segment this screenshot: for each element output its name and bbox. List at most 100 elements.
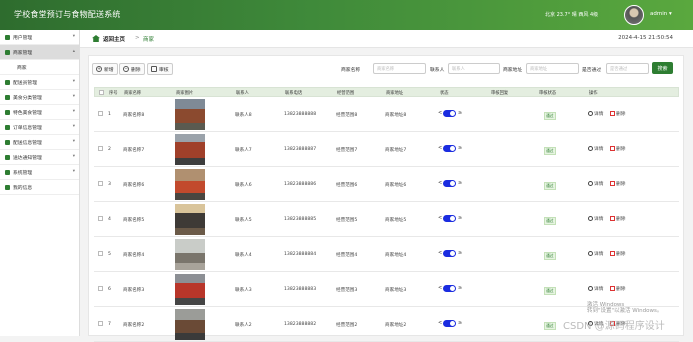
column-contact[interactable]: 联系人 bbox=[236, 90, 249, 96]
status-toggle[interactable]: < ≥ bbox=[438, 145, 462, 153]
grid-icon bbox=[5, 94, 10, 100]
row-delete-button[interactable]: 删除 bbox=[610, 181, 625, 187]
sidebar-subitem-merchant[interactable]: 商家 bbox=[0, 60, 79, 75]
chevron-down-icon: ▾ bbox=[72, 124, 75, 129]
merchant-name-input[interactable]: 商家名称 bbox=[373, 63, 426, 74]
detail-button[interactable]: 详情 bbox=[588, 286, 603, 292]
detail-button[interactable]: 详情 bbox=[588, 111, 603, 117]
row-delete-button[interactable]: 删除 bbox=[610, 111, 625, 117]
user-icon bbox=[5, 169, 10, 175]
row-checkbox[interactable] bbox=[98, 321, 103, 326]
row-delete-button[interactable]: 删除 bbox=[610, 146, 625, 152]
filter-label-contact: 联系人 bbox=[430, 68, 445, 73]
status-badge: 通过 bbox=[544, 147, 556, 155]
column-phone[interactable]: 联系电话 bbox=[285, 90, 302, 96]
merchant-image[interactable] bbox=[175, 309, 205, 340]
column-reply: 审核回复 bbox=[491, 91, 509, 96]
column-name[interactable]: 商家名称 bbox=[124, 90, 141, 96]
plus-icon: + bbox=[96, 66, 102, 72]
merchant-image[interactable] bbox=[175, 204, 205, 235]
status-badge: 通过 bbox=[544, 252, 556, 260]
breadcrumb-home[interactable]: 返回主页 bbox=[103, 35, 125, 43]
shield-icon bbox=[5, 79, 10, 85]
content-panel: + 新增 − 删除 审核 商家名称 商家名称 联系人 联系人 商家地址 商家地址 是… bbox=[88, 55, 684, 342]
sidebar-item-food-category[interactable]: 美食分类管理 ▾ bbox=[0, 90, 79, 105]
detail-button[interactable]: 详情 bbox=[588, 251, 603, 257]
status-toggle[interactable]: < ≥ bbox=[438, 110, 462, 118]
row-delete-button[interactable]: 删除 bbox=[610, 216, 625, 222]
sidebar-item-orders[interactable]: 订单信息管理 ▾ bbox=[0, 120, 79, 135]
status-toggle[interactable]: < ≥ bbox=[438, 285, 462, 293]
weather-info: 北京 23.7° 晴 西风 4级 bbox=[545, 12, 599, 18]
detail-icon bbox=[588, 181, 593, 186]
breadcrumb: 返回主页 > 商家 2024-4-15 21:50:54 bbox=[80, 30, 693, 48]
windows-activation-watermark: 激活 Windows 转到"设置"以激活 Windows。 bbox=[587, 302, 663, 314]
column-no: 序号 bbox=[109, 91, 118, 96]
detail-button[interactable]: 详情 bbox=[588, 181, 603, 187]
detail-icon bbox=[588, 111, 593, 116]
sidebar-item-my-info[interactable]: 我的信息 bbox=[0, 180, 79, 195]
detail-icon bbox=[588, 216, 593, 221]
row-checkbox[interactable] bbox=[98, 216, 103, 221]
grid-icon bbox=[5, 154, 10, 160]
column-scope[interactable]: 经营范围 bbox=[337, 90, 354, 96]
grid-icon bbox=[5, 34, 10, 40]
contact-input[interactable]: 联系人 bbox=[448, 63, 500, 74]
trash-icon bbox=[610, 286, 615, 291]
search-button[interactable]: 搜索 bbox=[652, 62, 673, 74]
detail-icon bbox=[588, 286, 593, 291]
grid-icon bbox=[5, 49, 10, 55]
avatar[interactable] bbox=[624, 5, 644, 25]
status-toggle[interactable]: < ≥ bbox=[438, 320, 462, 328]
row-checkbox[interactable] bbox=[98, 111, 103, 116]
sidebar-item-delivery[interactable]: 配送信息管理 ▾ bbox=[0, 135, 79, 150]
trash-icon bbox=[610, 251, 615, 256]
status-badge: 通过 bbox=[544, 287, 556, 295]
audit-button[interactable]: 审核 bbox=[147, 63, 173, 75]
sidebar-item-couriers[interactable]: 配送员管理 ▾ bbox=[0, 75, 79, 90]
approved-select[interactable]: 是否通过 bbox=[606, 63, 649, 74]
add-button[interactable]: + 新增 bbox=[92, 63, 118, 75]
detail-icon bbox=[588, 146, 593, 151]
grid-icon bbox=[5, 139, 10, 145]
top-header: 学校食堂预订与食物配送系统 北京 23.7° 晴 西风 4级 admin ▾ bbox=[0, 0, 693, 30]
sidebar-item-specialty-food[interactable]: 特色美食管理 ▾ bbox=[0, 105, 79, 120]
filter-label-address: 商家地址 bbox=[503, 68, 523, 73]
row-checkbox[interactable] bbox=[98, 146, 103, 151]
sidebar: 用户管理 ▾ 商家管理 ▴ 商家 配送员管理 ▾ 美食分类管理 ▾ 特色美食管理 ▾ 订单… bbox=[0, 30, 80, 336]
row-checkbox[interactable] bbox=[98, 251, 103, 256]
column-audit-status: 审核状态 bbox=[539, 91, 557, 96]
merchant-image[interactable] bbox=[175, 274, 205, 305]
status-badge: 通过 bbox=[544, 322, 556, 330]
status-toggle[interactable]: < ≥ bbox=[438, 180, 462, 188]
merchant-image[interactable] bbox=[175, 134, 205, 165]
chevron-down-icon: ▾ bbox=[72, 154, 75, 159]
row-delete-button[interactable]: 删除 bbox=[610, 286, 625, 292]
sidebar-item-users[interactable]: 用户管理 ▾ bbox=[0, 30, 79, 45]
sidebar-item-notices[interactable]: 送达通知管理 ▾ bbox=[0, 150, 79, 165]
sidebar-item-merchants[interactable]: 商家管理 ▴ bbox=[0, 45, 79, 60]
column-address[interactable]: 商家地址 bbox=[386, 90, 403, 96]
detail-button[interactable]: 详情 bbox=[588, 146, 603, 152]
row-checkbox[interactable] bbox=[98, 286, 103, 291]
row-checkbox[interactable] bbox=[98, 181, 103, 186]
delete-button[interactable]: − 删除 bbox=[119, 63, 145, 75]
column-image[interactable]: 商家图片 bbox=[176, 90, 193, 96]
sidebar-item-system[interactable]: 系统管理 ▾ bbox=[0, 165, 79, 180]
home-icon[interactable] bbox=[92, 35, 100, 42]
minus-icon: − bbox=[123, 66, 129, 72]
csdn-watermark: CSDN @源码程序设计 bbox=[563, 321, 665, 332]
merchant-image[interactable] bbox=[175, 99, 205, 130]
merchant-image[interactable] bbox=[175, 239, 205, 270]
filter-label-approved: 是否通过 bbox=[582, 68, 602, 73]
select-all-checkbox[interactable] bbox=[99, 90, 104, 95]
address-input[interactable]: 商家地址 bbox=[526, 63, 579, 74]
merchant-image[interactable] bbox=[175, 169, 205, 200]
user-menu[interactable]: admin ▾ bbox=[650, 11, 672, 17]
breadcrumb-separator: > bbox=[135, 35, 140, 41]
status-toggle[interactable]: < ≥ bbox=[438, 250, 462, 258]
status-toggle[interactable]: < ≥ bbox=[438, 215, 462, 223]
status-badge: 通过 bbox=[544, 217, 556, 225]
row-delete-button[interactable]: 删除 bbox=[610, 251, 625, 257]
detail-button[interactable]: 详情 bbox=[588, 216, 603, 222]
